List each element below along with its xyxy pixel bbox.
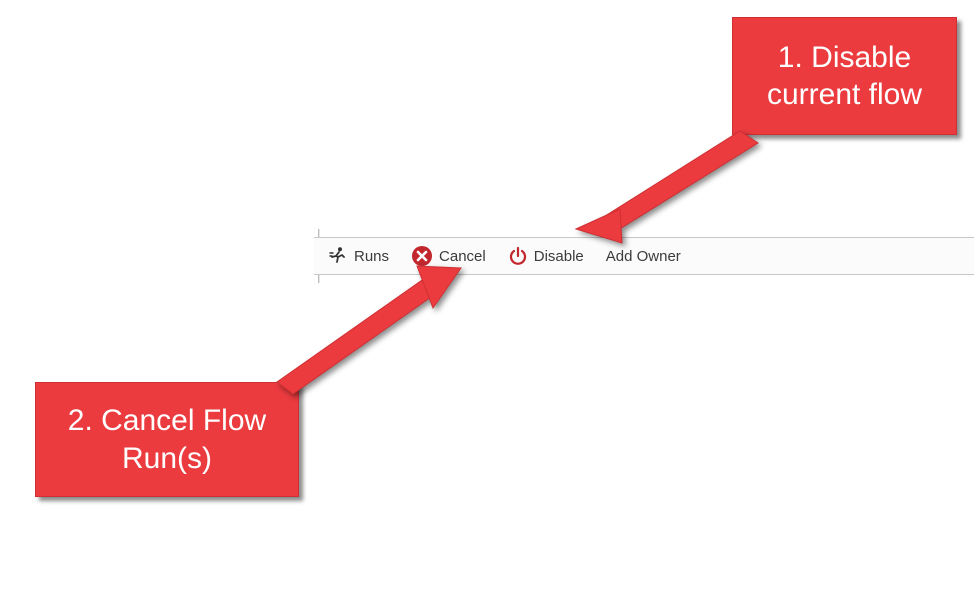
callout-cancel-runs: 2. Cancel Flow Run(s) bbox=[35, 382, 299, 497]
add-owner-button[interactable]: Add Owner bbox=[606, 249, 681, 264]
arrow-to-disable bbox=[570, 125, 780, 245]
disable-label: Disable bbox=[534, 249, 584, 264]
disable-button[interactable]: Disable bbox=[508, 246, 584, 266]
callout-disable-flow: 1. Disable current flow bbox=[732, 17, 957, 135]
callout-cancel-runs-text: 2. Cancel Flow Run(s) bbox=[52, 402, 282, 477]
add-owner-label: Add Owner bbox=[606, 249, 681, 264]
arrow-to-cancel bbox=[275, 260, 475, 400]
callout-disable-flow-text: 1. Disable current flow bbox=[749, 39, 940, 114]
power-icon bbox=[508, 246, 528, 266]
